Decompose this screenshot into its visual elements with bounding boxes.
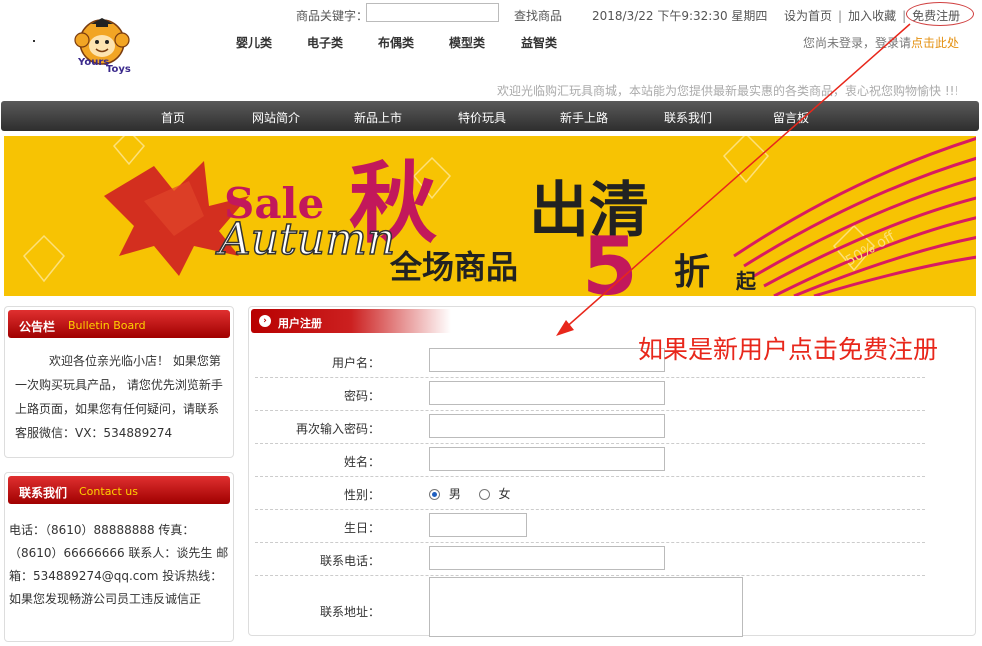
banner-all-items: 全场商品 bbox=[389, 248, 518, 286]
username-label: 用户名： bbox=[331, 356, 380, 370]
register-highlight-oval bbox=[906, 2, 974, 26]
logo-text-top: Yours bbox=[77, 57, 109, 68]
birthday-label: 生日： bbox=[343, 521, 380, 535]
set-homepage-link[interactable]: 设为首页 bbox=[784, 9, 832, 23]
nav-guestbook[interactable]: 留言板 bbox=[773, 109, 809, 126]
address-label: 联系地址： bbox=[319, 605, 380, 619]
nav-beginner-guide[interactable]: 新手上路 bbox=[560, 109, 608, 126]
bulletin-body: 欢迎各位亲光临小店！ 如果您第一次购买玩具产品， 请您优先浏览新手上路页面，如果… bbox=[15, 354, 223, 440]
form-row-address: 联系地址： bbox=[255, 576, 925, 646]
banner-discount-unit: 折 bbox=[674, 252, 710, 293]
nav-new-arrivals[interactable]: 新品上市 bbox=[354, 109, 402, 126]
category-electronic[interactable]: 电子类 bbox=[307, 34, 378, 51]
contact-title-en: Contact us bbox=[79, 485, 138, 498]
bulletin-text: 欢迎各位亲光临小店！ 如果您第一次购买玩具产品， 请您优先浏览新手上路页面，如果… bbox=[15, 349, 223, 445]
name-input[interactable] bbox=[429, 447, 665, 471]
welcome-marquee: 欢迎光临购汇玩具商城，本站能为您提供最新最实惠的各类商品，衷心祝您购物愉快 !!… bbox=[497, 84, 957, 98]
register-title: 用户注册 bbox=[278, 317, 322, 330]
phone-input[interactable] bbox=[429, 546, 665, 570]
password-label: 密码： bbox=[343, 389, 380, 403]
category-plush[interactable]: 布偶类 bbox=[378, 34, 449, 51]
register-header: › 用户注册 bbox=[251, 309, 451, 333]
logo[interactable]: Yours Toys bbox=[58, 18, 146, 74]
main-nav: 首页 网站简介 新品上市 特价玩具 新手上路 联系我们 留言板 bbox=[1, 101, 979, 131]
autumn-sale-banner[interactable]: Sale 秋 出清 Autumn 全场商品 5 折 起 50% off bbox=[4, 136, 976, 296]
category-puzzle[interactable]: 益智类 bbox=[521, 34, 557, 51]
contact-text: 电话：（8610）88888888 传真：（8610）66666666 联系人：… bbox=[9, 523, 229, 606]
banner-discount-number: 5 bbox=[582, 220, 638, 296]
form-row-name: 姓名： bbox=[255, 444, 925, 477]
password-confirm-label: 再次输入密码： bbox=[295, 422, 380, 436]
bulletin-title-en: Bulletin Board bbox=[68, 319, 146, 332]
annotation-hint: 如果是新用户点击免费注册 bbox=[638, 335, 939, 364]
arrow-circle-icon: › bbox=[259, 315, 271, 327]
search-label: 商品关键字： bbox=[296, 9, 369, 23]
gender-options: 男 女 bbox=[429, 485, 511, 502]
form-row-phone: 联系电话： bbox=[255, 543, 925, 576]
gender-female-label: 女 bbox=[498, 487, 511, 501]
username-input[interactable] bbox=[429, 348, 665, 372]
banner-autumn-en: Autumn bbox=[215, 214, 395, 265]
category-model[interactable]: 模型类 bbox=[449, 34, 521, 51]
contact-panel: 联系我们 Contact us 电话：（8610）88888888 传真：（86… bbox=[4, 472, 234, 642]
form-row-gender: 性别： 男 女 bbox=[255, 477, 925, 510]
search-button[interactable]: 查找商品 bbox=[514, 7, 562, 24]
category-links: 婴儿类 电子类 布偶类 模型类 益智类 bbox=[236, 34, 557, 51]
bulletin-panel: 公告栏 Bulletin Board 欢迎各位亲光临小店！ 如果您第一次购买玩具… bbox=[4, 306, 234, 458]
nav-about[interactable]: 网站简介 bbox=[252, 109, 300, 126]
gender-label: 性别： bbox=[343, 488, 380, 502]
name-label: 姓名： bbox=[343, 455, 380, 469]
form-row-password-confirm: 再次输入密码： bbox=[255, 411, 925, 444]
nav-specials[interactable]: 特价玩具 bbox=[458, 109, 506, 126]
form-row-birthday: 生日： bbox=[255, 510, 925, 543]
password-input[interactable] bbox=[429, 381, 665, 405]
gender-female-radio[interactable] bbox=[478, 489, 490, 500]
phone-label: 联系电话： bbox=[319, 554, 380, 568]
address-textarea[interactable] bbox=[429, 577, 743, 637]
add-favorite-link[interactable]: 加入收藏 bbox=[848, 9, 896, 23]
bulletin-header: 公告栏 Bulletin Board bbox=[8, 310, 230, 338]
gender-male-radio[interactable] bbox=[429, 489, 440, 500]
decorative-dot bbox=[33, 40, 35, 42]
nav-home[interactable]: 首页 bbox=[161, 109, 185, 126]
logo-text-bottom: Toys bbox=[106, 64, 131, 74]
password-confirm-input[interactable] bbox=[429, 414, 665, 438]
category-baby[interactable]: 婴儿类 bbox=[236, 34, 307, 51]
banner-from: 起 bbox=[735, 269, 757, 293]
login-status: 您尚未登录，登录请点击此处 bbox=[803, 34, 959, 51]
nav-contact[interactable]: 联系我们 bbox=[664, 109, 712, 126]
form-row-password: 密码： bbox=[255, 378, 925, 411]
login-prompt: 您尚未登录，登录请 bbox=[803, 36, 912, 50]
datetime: 2018/3/22 下午9:32:30 星期四 bbox=[592, 9, 768, 23]
contact-title: 联系我们 bbox=[19, 486, 68, 500]
banner-art: Sale 秋 出清 Autumn 全场商品 5 折 起 50% off bbox=[4, 136, 976, 296]
gender-male-label: 男 bbox=[448, 487, 461, 501]
search-input[interactable] bbox=[366, 3, 499, 22]
contact-header: 联系我们 Contact us bbox=[8, 476, 230, 504]
bulletin-title: 公告栏 bbox=[19, 320, 56, 334]
birthday-input[interactable] bbox=[429, 513, 527, 537]
separator: | bbox=[838, 9, 843, 23]
login-link[interactable]: 点击此处 bbox=[911, 36, 959, 50]
